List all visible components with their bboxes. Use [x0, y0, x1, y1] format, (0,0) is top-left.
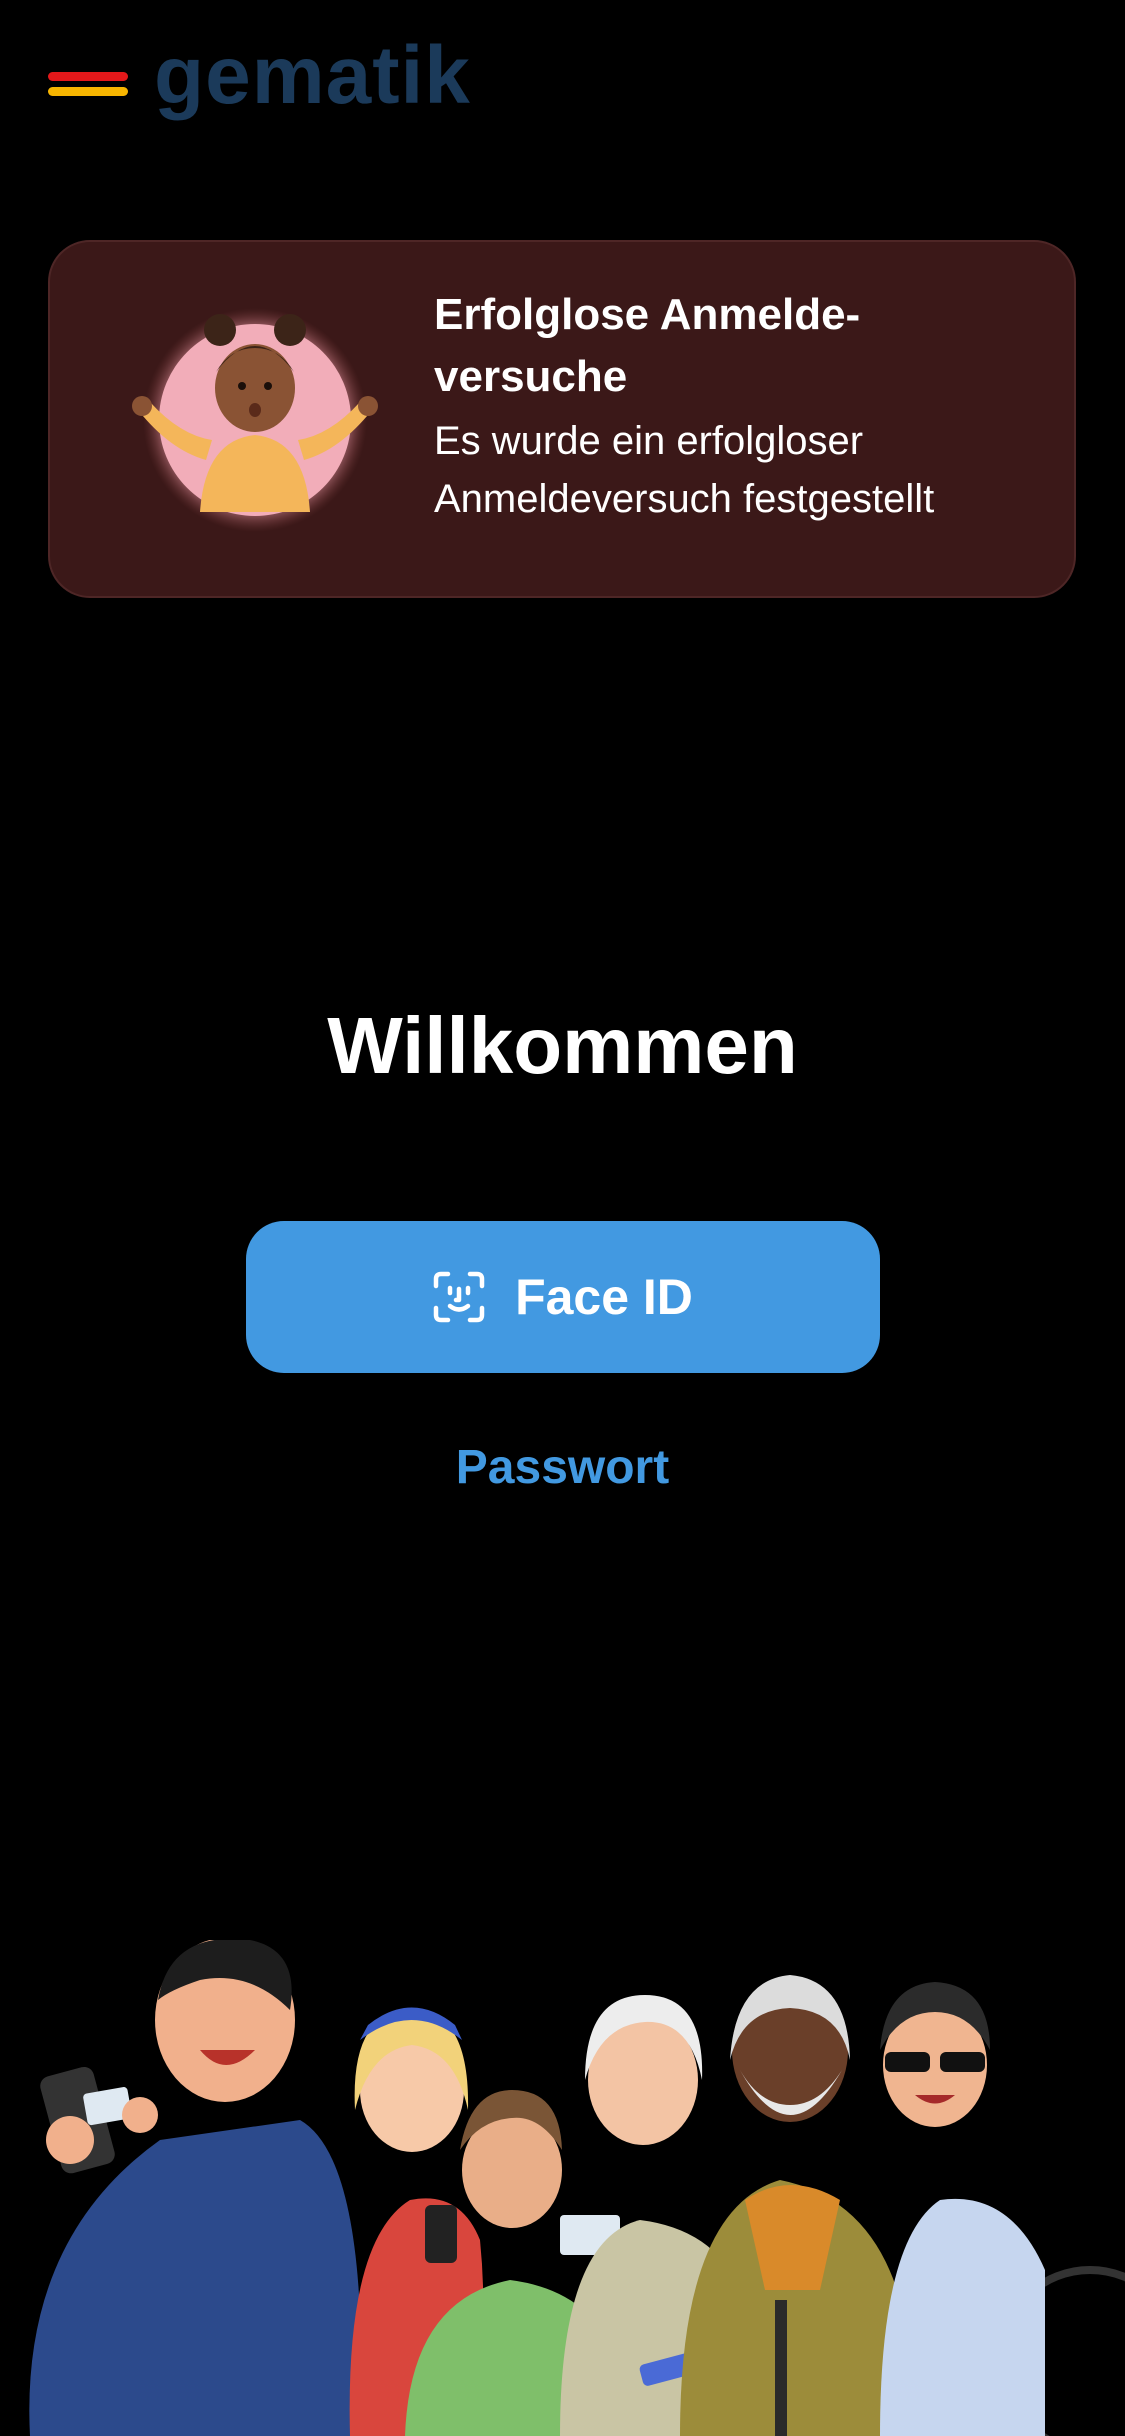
- logo-text: gematik: [154, 30, 471, 121]
- face-id-icon: [433, 1271, 485, 1323]
- people-group-illustration: [29, 1940, 1125, 2436]
- failed-login-alert: Erfolglose Anmelde- versuche Es wurde ei…: [48, 240, 1076, 598]
- alert-description: Es wurde ein erfolgloser Anmeldeversuch …: [434, 419, 935, 521]
- password-button[interactable]: Passwort: [0, 1440, 1125, 1495]
- confused-person-illustration: [132, 308, 378, 532]
- face-id-button[interactable]: Face ID: [246, 1221, 880, 1373]
- alert-title: Erfolglose Anmelde- versuche: [434, 290, 861, 401]
- welcome-heading: Willkommen: [327, 1001, 798, 1090]
- face-id-label: Face ID: [515, 1269, 693, 1325]
- gematik-logo: gematik: [48, 35, 471, 130]
- gematik-logo-icon: [48, 72, 128, 98]
